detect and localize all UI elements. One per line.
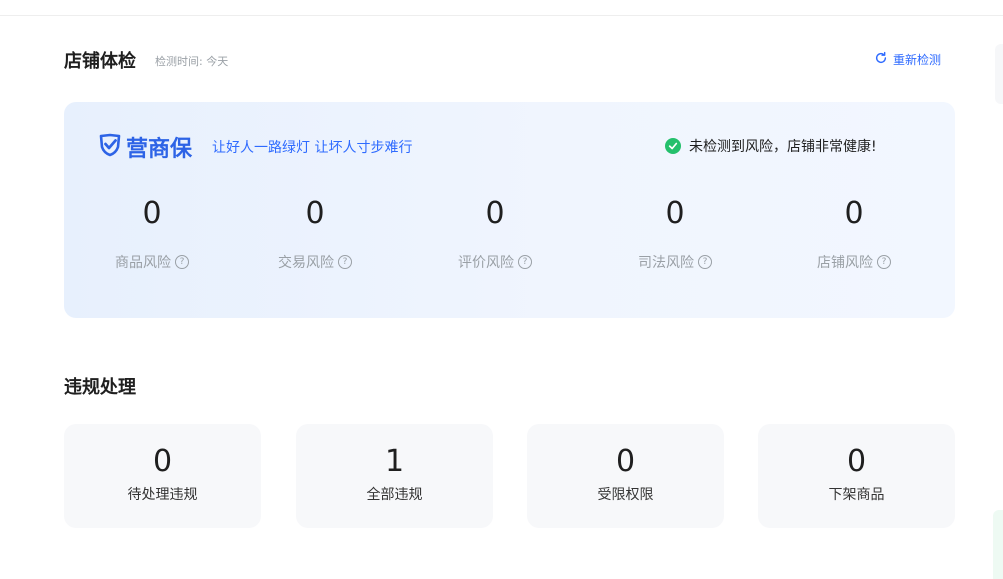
metric-label: 司法风险	[638, 255, 694, 271]
metric-value: 0	[305, 196, 325, 231]
metric-label: 交易风险	[278, 255, 334, 271]
metric-product-risk[interactable]: 0 商品风险 ?	[77, 196, 227, 272]
top-divider	[0, 15, 1003, 16]
metric-label: 店铺风险	[817, 255, 873, 271]
section-title-store-checkup: 店铺体检	[64, 51, 136, 72]
brand-slogan: 让好人一路绿灯 让坏人寸步难行	[212, 140, 413, 156]
health-status-text: 未检测到风险，店铺非常健康!	[689, 139, 877, 155]
section-title-violations: 违规处理	[64, 377, 136, 398]
metric-transaction-risk[interactable]: 0 交易风险 ?	[240, 196, 390, 272]
violation-count: 0	[152, 444, 173, 479]
metric-judicial-risk[interactable]: 0 司法风险 ?	[600, 196, 750, 272]
right-panel-fragment	[995, 44, 1003, 104]
shield-check-icon	[98, 133, 122, 161]
violation-label: 受限权限	[597, 487, 654, 503]
recheck-label: 重新检测	[893, 53, 942, 67]
brand-logo: 营商保	[98, 131, 192, 163]
refresh-icon	[874, 51, 888, 68]
violation-label: 全部违规	[366, 487, 423, 503]
violation-count: 0	[615, 444, 636, 479]
violation-card-pending[interactable]: 0 待处理违规	[64, 424, 261, 528]
metric-label: 商品风险	[115, 255, 171, 271]
check-circle-icon	[665, 138, 681, 154]
question-circle-icon[interactable]: ?	[518, 255, 532, 269]
check-time-text: 检测时间: 今天	[155, 55, 229, 68]
metric-review-risk[interactable]: 0 评价风险 ?	[420, 196, 570, 272]
violation-count: 0	[846, 444, 867, 479]
metric-label: 评价风险	[458, 255, 514, 271]
question-circle-icon[interactable]: ?	[698, 255, 712, 269]
health-card: 营商保 让好人一路绿灯 让坏人寸步难行 未检测到风险，店铺非常健康! 0 商品风…	[64, 102, 955, 318]
violation-card-restricted[interactable]: 0 受限权限	[527, 424, 724, 528]
question-circle-icon[interactable]: ?	[175, 255, 189, 269]
metric-value: 0	[142, 196, 162, 231]
violation-label: 下架商品	[828, 487, 885, 503]
recheck-button[interactable]: 重新检测	[874, 51, 941, 68]
health-status: 未检测到风险，店铺非常健康!	[665, 136, 877, 156]
right-panel-fragment	[993, 510, 1003, 579]
risk-metrics: 0 商品风险 ? 0 交易风险 ? 0 评价风险 ? 0 司法风险 ? 0 店铺…	[64, 196, 955, 286]
metric-value: 0	[485, 196, 505, 231]
metric-store-risk[interactable]: 0 店铺风险 ?	[779, 196, 929, 272]
metric-value: 0	[665, 196, 685, 231]
violation-count: 1	[384, 444, 405, 479]
question-circle-icon[interactable]: ?	[338, 255, 352, 269]
metric-value: 0	[844, 196, 864, 231]
violation-card-delisted[interactable]: 0 下架商品	[758, 424, 955, 528]
brand-name: 营商保	[126, 137, 193, 162]
violation-label: 待处理违规	[127, 487, 198, 503]
store-checkup-page: 店铺体检 检测时间: 今天 重新检测 营商保 让好人一路绿灯 让坏人寸步难行 未…	[0, 0, 1003, 579]
question-circle-icon[interactable]: ?	[877, 255, 891, 269]
violation-card-all[interactable]: 1 全部违规	[296, 424, 493, 528]
